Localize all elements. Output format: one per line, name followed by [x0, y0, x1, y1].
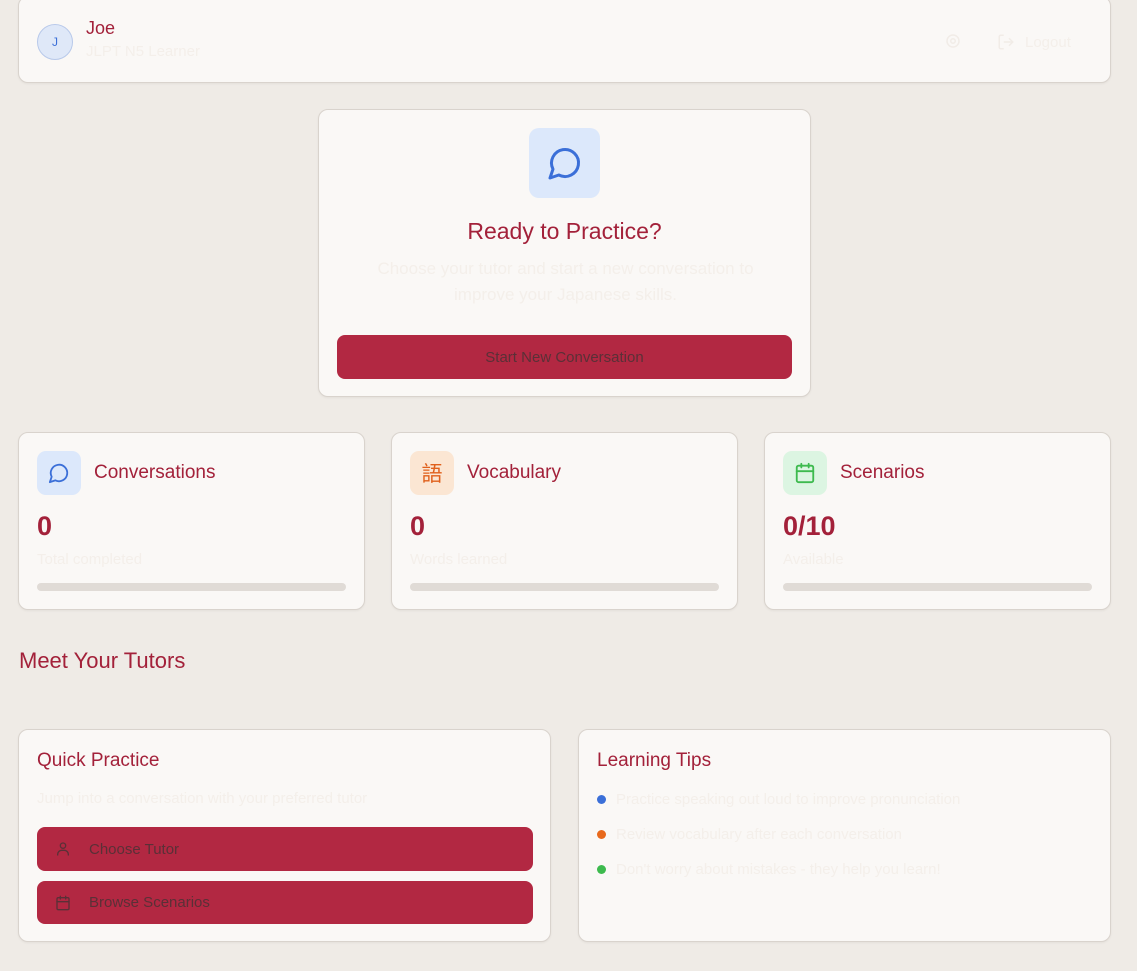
logout-icon	[998, 34, 1014, 50]
learning-tips-card: Learning Tips Practice speaking out loud…	[578, 729, 1111, 942]
bullet-dot-icon	[597, 830, 606, 839]
progress-bar	[783, 583, 1092, 591]
stat-title: Vocabulary	[467, 462, 562, 483]
card-subtitle: Jump into a conversation with your prefe…	[37, 790, 368, 807]
stat-icon-box	[783, 451, 827, 495]
bullet-dot-icon	[597, 795, 606, 804]
chat-bubble-icon	[48, 463, 69, 484]
tip-text: Practice speaking out loud to improve pr…	[616, 791, 961, 808]
user-name: Joe	[86, 18, 116, 38]
avatar[interactable]: J	[37, 24, 73, 60]
stat-subtitle: Total completed	[37, 551, 143, 568]
user-role: JLPT N5 Learner	[86, 43, 200, 60]
tip-text: Don't worry about mistakes - they help y…	[616, 861, 941, 878]
tip-item: Don't worry about mistakes - they help y…	[597, 861, 941, 878]
stat-subtitle: Words learned	[410, 551, 508, 568]
stat-title: Scenarios	[840, 462, 925, 483]
logout-button[interactable]: Logout	[997, 31, 1071, 53]
start-new-conversation-button[interactable]: Start New Conversation	[337, 335, 792, 379]
logout-label: Logout	[1025, 33, 1071, 51]
stat-title: Conversations	[94, 462, 216, 483]
calendar-icon	[56, 895, 70, 910]
tip-item: Practice speaking out loud to improve pr…	[597, 791, 960, 808]
stat-card-conversations: Conversations 0 Total completed	[18, 432, 365, 610]
browse-scenarios-button[interactable]: Browse Scenarios	[37, 881, 533, 924]
hero-icon-box	[529, 128, 600, 198]
ready-to-practice-card: Ready to Practice? Choose your tutor and…	[318, 109, 811, 397]
stat-value: 0	[410, 511, 426, 541]
tip-item: Review vocabulary after each conversatio…	[597, 826, 902, 843]
stat-value: 0/10	[783, 511, 836, 541]
stat-value: 0	[37, 511, 53, 541]
stat-card-scenarios: Scenarios 0/10 Available	[764, 432, 1111, 610]
quick-practice-card: Quick Practice Jump into a conversation …	[18, 729, 551, 942]
hero-title: Ready to Practice?	[467, 218, 662, 244]
choose-tutor-button[interactable]: Choose Tutor	[37, 827, 533, 871]
progress-bar	[410, 583, 719, 591]
card-title: Quick Practice	[37, 750, 160, 771]
hero-subtitle: Choose your tutor and start a new conver…	[377, 259, 754, 304]
choose-tutor-label: Choose Tutor	[89, 840, 180, 858]
progress-bar	[37, 583, 346, 591]
chat-bubble-icon	[548, 147, 580, 180]
header-bar: J Joe JLPT N5 Learner Logout	[18, 0, 1111, 83]
user-icon	[57, 842, 69, 856]
card-title: Learning Tips	[597, 750, 712, 771]
stat-icon-box	[37, 451, 81, 495]
stat-card-vocabulary: 語 Vocabulary 0 Words learned	[391, 432, 738, 610]
calendar-icon	[795, 462, 815, 484]
meet-your-tutors-heading: Meet Your Tutors	[19, 648, 186, 673]
bullet-dot-icon	[597, 865, 606, 874]
tip-text: Review vocabulary after each conversatio…	[616, 826, 902, 843]
kanji-go-icon: 語	[410, 451, 454, 495]
browse-scenarios-label: Browse Scenarios	[89, 894, 210, 911]
stat-subtitle: Available	[783, 551, 844, 568]
settings-icon[interactable]	[944, 32, 962, 50]
